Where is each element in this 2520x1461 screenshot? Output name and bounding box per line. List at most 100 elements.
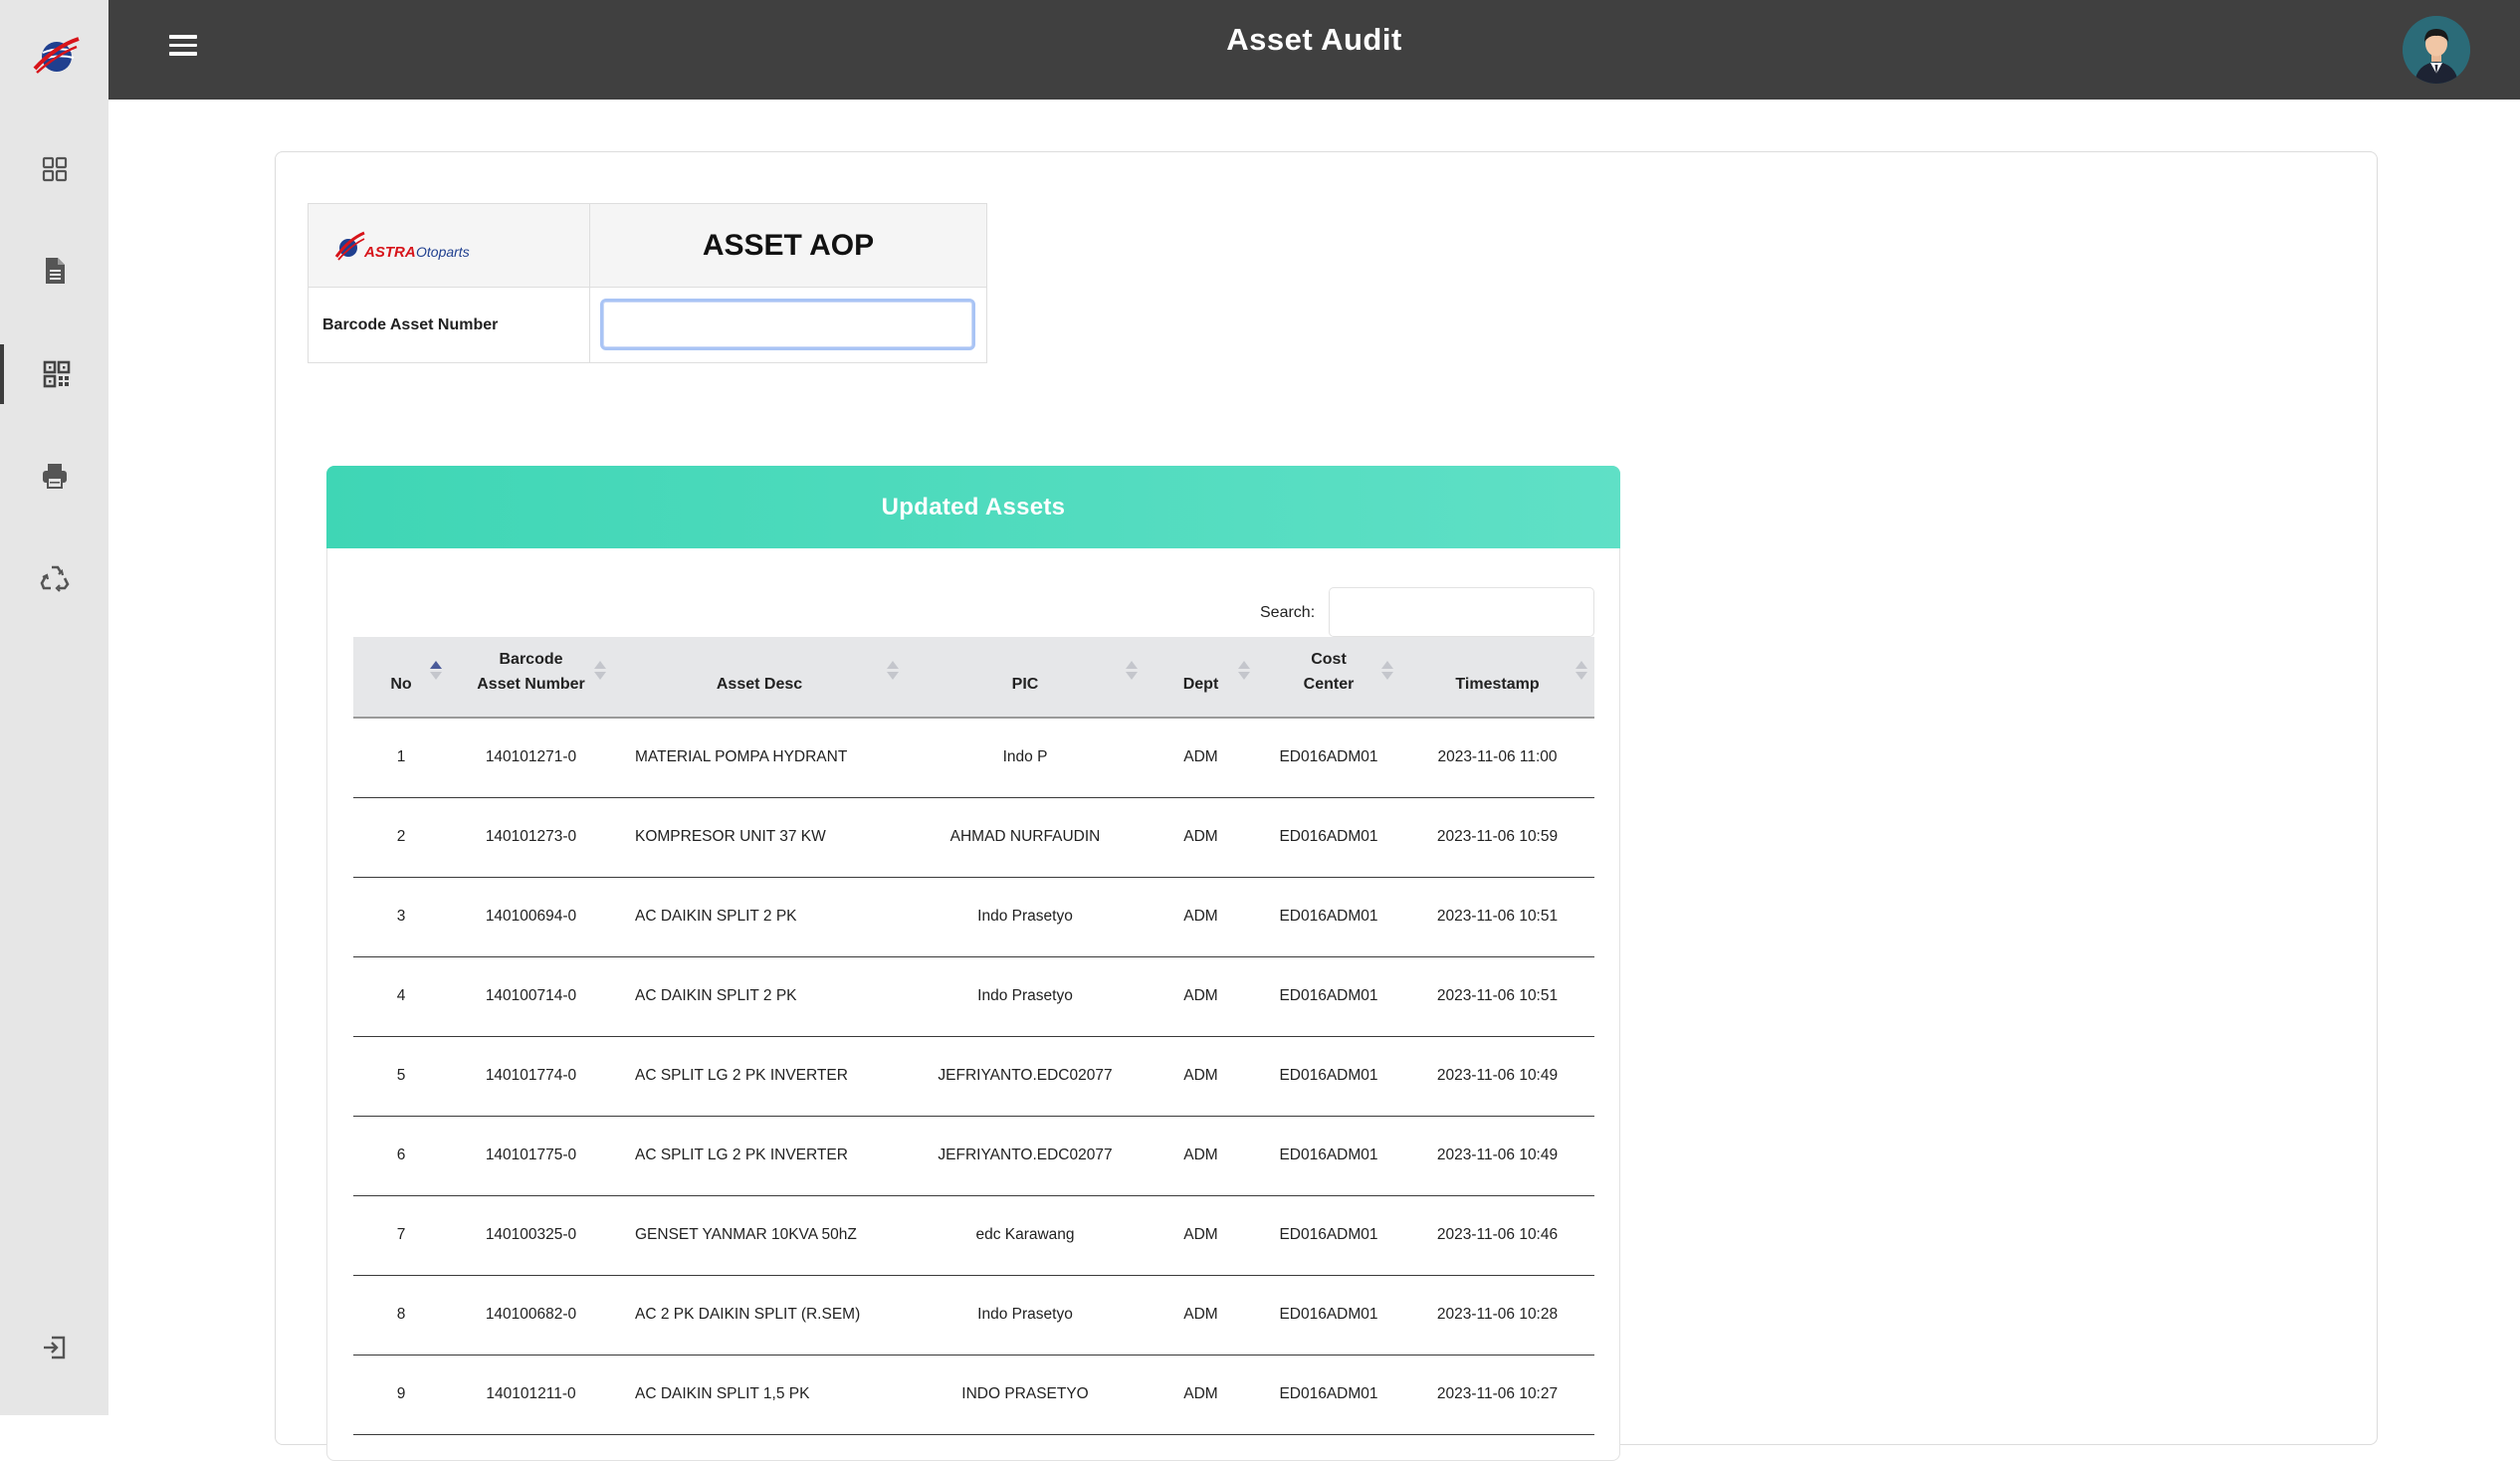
cell-dept: ADM [1145,1195,1257,1276]
cell-barcode: 140101211-0 [449,1355,613,1435]
cell-barcode: 140101273-0 [449,797,613,878]
logout-icon [43,1336,65,1359]
cell-barcode: 140101271-0 [449,718,613,798]
cell-timestamp: 2023-11-06 10:27 [1400,1355,1594,1435]
cell-barcode: 140100694-0 [449,877,613,957]
logo-brand-text: ASTRA [363,244,416,261]
cell-dept: ADM [1145,718,1257,798]
sort-icon [1575,661,1588,687]
recycle-icon [40,565,70,592]
cell-timestamp: 2023-11-06 10:49 [1400,1036,1594,1117]
cell-barcode: 140100714-0 [449,956,613,1037]
sidebar-item-dashboard[interactable] [0,139,108,199]
cell-barcode: 140101774-0 [449,1036,613,1117]
cell-cost-center: ED016ADM01 [1257,877,1400,957]
column-header-line2: Asset Number [477,676,585,693]
cell-asset-desc: AC 2 PK DAIKIN SPLIT (R.SEM) [613,1275,906,1356]
grid-icon [42,156,67,182]
cell-asset-desc: AC SPLIT LG 2 PK INVERTER [613,1116,906,1196]
cell-dept: ADM [1145,797,1257,878]
sidebar-item-print[interactable] [0,446,108,506]
column-header-cost-center[interactable]: Cost Center [1257,637,1400,719]
column-header-timestamp[interactable]: Timestamp [1400,637,1594,719]
cell-timestamp: 2023-11-06 10:46 [1400,1195,1594,1276]
cell-asset-desc: AC DAIKIN SPLIT 2 PK [613,956,906,1037]
cell-barcode: 140101775-0 [449,1116,613,1196]
cell-asset-desc: KOMPRESOR UNIT 37 KW [613,797,906,878]
sort-icon [1237,661,1251,687]
column-header-line1: Barcode [499,651,563,668]
cell-barcode: 140100682-0 [449,1275,613,1356]
cell-pic: INDO PRASETYO [906,1355,1145,1435]
cell-dept: ADM [1145,1116,1257,1196]
table-row[interactable]: 1 140101271-0 MATERIAL POMPA HYDRANT Ind… [353,718,1594,798]
cell-pic: Indo Prasetyo [906,1275,1145,1356]
cell-pic: JEFRIYANTO.EDC02077 [906,1116,1145,1196]
cell-asset-desc: AC SPLIT LG 2 PK INVERTER [613,1036,906,1117]
table-row[interactable]: 3 140100694-0 AC DAIKIN SPLIT 2 PK Indo … [353,877,1594,957]
sort-icon [593,661,607,687]
column-header-line2: Timestamp [1455,676,1540,693]
barcode-asset-number-input[interactable] [600,299,975,350]
sidebar-item-qr-scan[interactable] [0,344,108,404]
cell-cost-center: ED016ADM01 [1257,1195,1400,1276]
user-avatar[interactable] [2403,16,2470,84]
table-header-row: No Barcode Asset Number Asset Desc PIC D… [353,637,1594,719]
cell-timestamp: 2023-11-06 10:51 [1400,956,1594,1037]
cell-timestamp: 2023-11-06 10:59 [1400,797,1594,878]
cell-no: 6 [353,1116,449,1196]
table-row[interactable]: 5 140101774-0 AC SPLIT LG 2 PK INVERTER … [353,1036,1594,1117]
cell-cost-center: ED016ADM01 [1257,956,1400,1037]
column-header-line2: PIC [1011,676,1039,693]
sort-icon [1380,661,1394,687]
cell-no: 7 [353,1195,449,1276]
sidebar-item-recycle[interactable] [0,547,108,607]
column-header-barcode[interactable]: Barcode Asset Number [449,637,613,719]
table-row[interactable]: 8 140100682-0 AC 2 PK DAIKIN SPLIT (R.SE… [353,1275,1594,1356]
cell-no: 4 [353,956,449,1037]
cell-no: 3 [353,877,449,957]
logo-sub-text: Otoparts [416,244,470,260]
table-row[interactable]: 6 140101775-0 AC SPLIT LG 2 PK INVERTER … [353,1116,1594,1196]
cell-timestamp: 2023-11-06 10:51 [1400,877,1594,957]
cell-pic: Indo Prasetyo [906,956,1145,1037]
cell-pic: JEFRIYANTO.EDC02077 [906,1036,1145,1117]
sidebar-item-documents[interactable] [0,241,108,301]
table-row[interactable]: 9 140101211-0 AC DAIKIN SPLIT 1,5 PK IND… [353,1355,1594,1435]
sort-icon [1125,661,1139,687]
top-header: Asset Audit [108,0,2520,100]
asset-aop-form: ASTRA Otoparts ASSET AOP Barcode Asset N… [308,203,987,363]
sidebar-item-logout[interactable] [0,1318,108,1377]
cell-pic: edc Karawang [906,1195,1145,1276]
cell-no: 8 [353,1275,449,1356]
cell-asset-desc: AC DAIKIN SPLIT 1,5 PK [613,1355,906,1435]
cell-cost-center: ED016ADM01 [1257,1355,1400,1435]
column-header-line2: Asset Desc [716,676,803,693]
cell-asset-desc: MATERIAL POMPA HYDRANT [613,718,906,798]
column-header-asset-desc[interactable]: Asset Desc [613,637,906,719]
cell-barcode: 140100325-0 [449,1195,613,1276]
search-label: Search: [1260,604,1316,621]
column-header-line1: Cost [1311,651,1347,668]
table-row[interactable]: 2 140101273-0 KOMPRESOR UNIT 37 KW AHMAD… [353,797,1594,878]
cell-no: 9 [353,1355,449,1435]
cell-asset-desc: AC DAIKIN SPLIT 2 PK [613,877,906,957]
sort-ascending-icon [429,661,443,687]
column-header-no[interactable]: No [353,637,449,719]
updated-assets-table: No Barcode Asset Number Asset Desc PIC D… [353,637,1594,1435]
cell-no: 5 [353,1036,449,1117]
column-header-dept[interactable]: Dept [1145,637,1257,719]
astra-globe-logo[interactable] [33,33,81,81]
table-row[interactable]: 7 140100325-0 GENSET YANMAR 10KVA 50hZ e… [353,1195,1594,1276]
page-title: Asset Audit [1226,22,1402,57]
cell-pic: AHMAD NURFAUDIN [906,797,1145,878]
table-row[interactable]: 4 140100714-0 AC DAIKIN SPLIT 2 PK Indo … [353,956,1594,1037]
astra-otoparts-logo: ASTRA Otoparts [309,204,590,288]
cell-cost-center: ED016ADM01 [1257,1275,1400,1356]
cell-pic: Indo P [906,718,1145,798]
cell-timestamp: 2023-11-06 10:28 [1400,1275,1594,1356]
search-input[interactable] [1329,587,1594,637]
document-icon [45,258,65,284]
barcode-asset-number-label: Barcode Asset Number [309,288,590,362]
column-header-pic[interactable]: PIC [906,637,1145,719]
